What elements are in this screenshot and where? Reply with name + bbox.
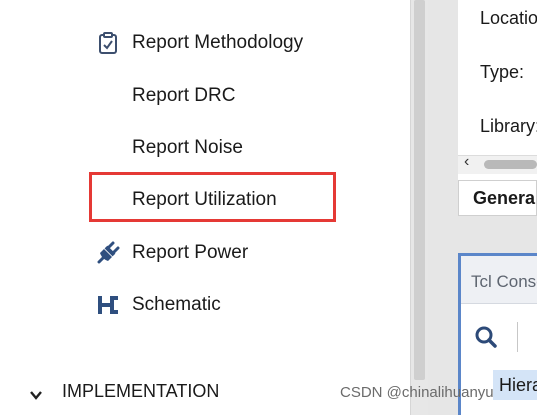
- nav-item-report-power[interactable]: Report Power: [96, 238, 296, 268]
- nav-item-report-drc[interactable]: Report DRC: [96, 81, 296, 111]
- watermark: CSDN @chinalihuanyu: [340, 384, 494, 401]
- scroll-left-icon[interactable]: ‹: [464, 153, 469, 171]
- section-label: IMPLEMENTATION: [62, 381, 220, 401]
- vertical-scrollbar[interactable]: [410, 0, 429, 415]
- panel-divider: [428, 0, 458, 415]
- nav-item-label: Report Noise: [132, 137, 243, 158]
- nav-item-label: Report Power: [132, 242, 249, 263]
- flow-navigator-panel: Report Methodology Report DRC Report Noi…: [0, 0, 410, 415]
- property-label: Location:: [480, 8, 537, 28]
- clipboard-check-icon: [96, 31, 120, 55]
- highlight-box: [89, 172, 336, 222]
- property-label: Type:: [480, 62, 525, 82]
- scrollbar-thumb[interactable]: [414, 0, 425, 380]
- nav-item-schematic[interactable]: Schematic: [96, 290, 296, 320]
- section-implementation[interactable]: IMPLEMENTATION: [28, 376, 268, 406]
- schematic-icon: [96, 293, 120, 317]
- search-icon[interactable]: [473, 324, 499, 355]
- chevron-down-icon[interactable]: [28, 382, 44, 400]
- tcl-console-title[interactable]: Tcl Console: [461, 256, 537, 304]
- horizontal-scrollbar[interactable]: ‹: [458, 153, 537, 174]
- nav-item-report-methodology[interactable]: Report Methodology: [96, 28, 326, 58]
- panel-gap: [458, 216, 537, 253]
- scrollbar-thumb[interactable]: [484, 160, 537, 169]
- tab-general[interactable]: General: [458, 180, 537, 216]
- nav-item-label: Report DRC: [132, 85, 236, 106]
- nav-item-label: Schematic: [132, 294, 221, 315]
- power-plug-icon: [96, 241, 120, 265]
- property-label: Library:: [480, 116, 537, 136]
- nav-item-label: Report Methodology: [132, 32, 304, 53]
- toolbar-separator: [517, 322, 518, 352]
- hierarchy-tab[interactable]: Hierarchy: [493, 370, 537, 400]
- nav-item-report-noise[interactable]: Report Noise: [96, 133, 296, 163]
